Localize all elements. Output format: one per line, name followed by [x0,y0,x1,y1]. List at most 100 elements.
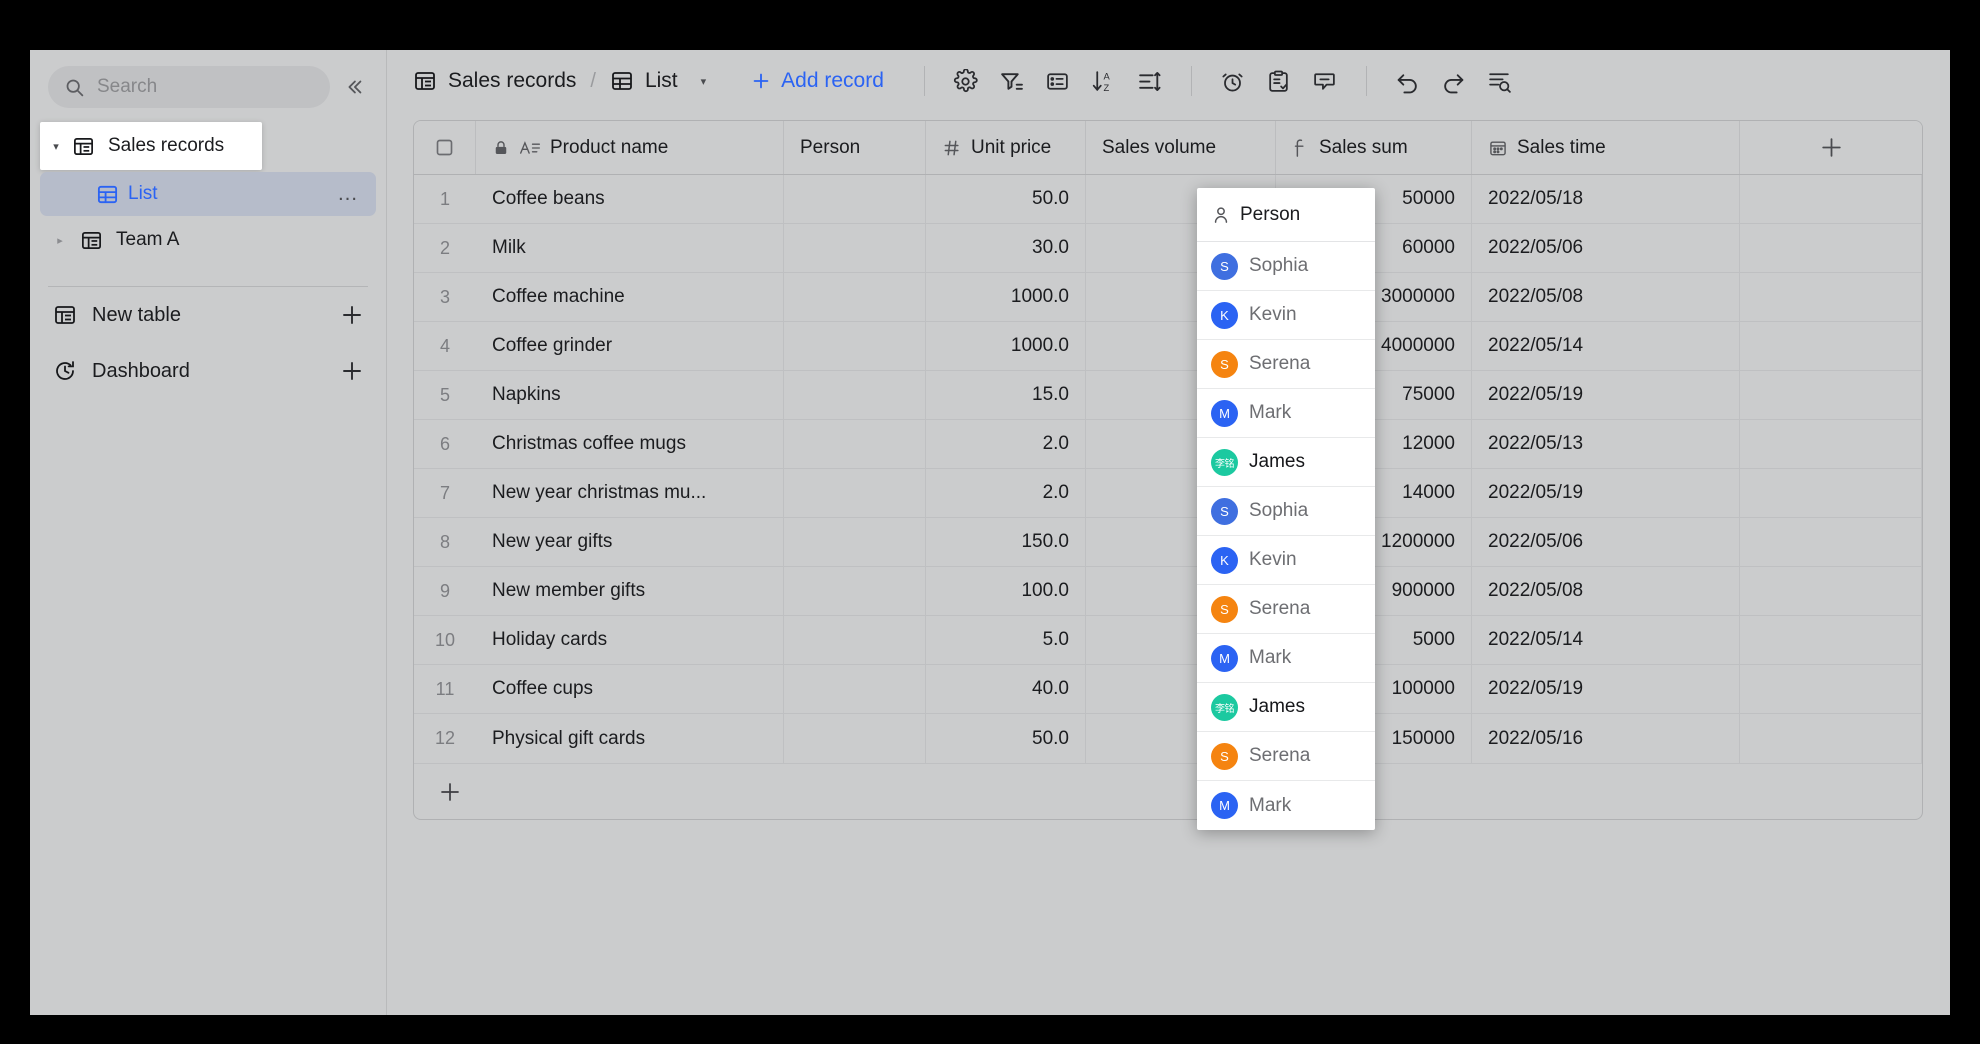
comment-icon[interactable] [1302,61,1348,101]
person-panel-row[interactable]: 李铭James [1197,438,1375,487]
sidebar-item-sales-records[interactable]: ▾ Sales records [40,122,262,170]
table-row[interactable]: 12Physical gift cards50.030001500002022/… [414,714,1922,763]
cell-person[interactable] [784,469,926,517]
table-row[interactable]: 8New year gifts150.0800012000002022/05/0… [414,518,1922,567]
cell-person[interactable] [784,420,926,468]
person-panel-row[interactable]: 李铭James [1197,683,1375,732]
row-index[interactable]: 3 [414,273,476,321]
cell-person[interactable] [784,714,926,763]
cell-product-name[interactable]: Physical gift cards [476,714,784,763]
cell-product-name[interactable]: New year christmas mu... [476,469,784,517]
person-panel-row[interactable]: SSerena [1197,340,1375,389]
row-index[interactable]: 5 [414,371,476,419]
redo-icon[interactable] [1431,61,1477,101]
cell-sales-time[interactable]: 2022/05/19 [1472,469,1740,517]
person-panel-row[interactable]: MMark [1197,389,1375,438]
row-index[interactable]: 10 [414,616,476,664]
cell-unit-price[interactable]: 1000.0 [926,273,1086,321]
sidebar-item-new-table[interactable]: New table [30,287,386,343]
cell-person[interactable] [784,175,926,223]
row-index[interactable]: 2 [414,224,476,272]
cell-unit-price[interactable]: 100.0 [926,567,1086,615]
cell-sales-time[interactable]: 2022/05/19 [1472,371,1740,419]
person-panel-row[interactable]: KKevin [1197,536,1375,585]
cell-unit-price[interactable]: 40.0 [926,665,1086,713]
cell-product-name[interactable]: Napkins [476,371,784,419]
person-panel-row[interactable]: SSerena [1197,585,1375,634]
sidebar-item-list-view[interactable]: List … [40,172,376,216]
search-rows-icon[interactable] [1477,61,1523,101]
sort-icon[interactable]: A Z [1081,61,1127,101]
person-panel-row[interactable]: SSophia [1197,487,1375,536]
cell-sales-time[interactable]: 2022/05/19 [1472,665,1740,713]
breadcrumb-view[interactable]: List ▾ [610,69,706,93]
cell-person[interactable] [784,518,926,566]
row-index[interactable]: 1 [414,175,476,223]
table-row[interactable]: 5Napkins15.05000750002022/05/19 [414,371,1922,420]
chevron-down-icon[interactable]: ▾ [701,75,707,88]
cell-product-name[interactable]: Coffee grinder [476,322,784,370]
table-row[interactable]: 6Christmas coffee mugs2.06000120002022/0… [414,420,1922,469]
cell-product-name[interactable]: Holiday cards [476,616,784,664]
cell-sales-time[interactable]: 2022/05/06 [1472,518,1740,566]
row-index[interactable]: 6 [414,420,476,468]
person-panel-row[interactable]: SSerena [1197,732,1375,781]
table-row[interactable]: 11Coffee cups40.025001000002022/05/19 [414,665,1922,714]
cell-product-name[interactable]: New member gifts [476,567,784,615]
form-icon[interactable] [1256,61,1302,101]
row-index[interactable]: 4 [414,322,476,370]
table-row[interactable]: 4Coffee grinder1000.0400040000002022/05/… [414,322,1922,371]
sidebar-item-dashboard[interactable]: Dashboard [30,343,386,399]
select-all-checkbox[interactable] [414,121,476,174]
row-index[interactable]: 9 [414,567,476,615]
person-panel-row[interactable]: KKevin [1197,291,1375,340]
chevron-down-icon[interactable]: ▾ [46,136,66,156]
cell-unit-price[interactable]: 2.0 [926,420,1086,468]
cell-unit-price[interactable]: 1000.0 [926,322,1086,370]
gear-icon[interactable] [943,61,989,101]
cell-product-name[interactable]: Coffee cups [476,665,784,713]
cell-product-name[interactable]: Coffee beans [476,175,784,223]
cell-unit-price[interactable]: 150.0 [926,518,1086,566]
cell-product-name[interactable]: Christmas coffee mugs [476,420,784,468]
row-index[interactable]: 7 [414,469,476,517]
cell-sales-time[interactable]: 2022/05/13 [1472,420,1740,468]
cell-person[interactable] [784,616,926,664]
add-column-button[interactable] [1740,121,1922,174]
chevron-right-icon[interactable]: ▸ [50,230,70,250]
table-row[interactable]: 7New year christmas mu...2.0700014000202… [414,469,1922,518]
cell-product-name[interactable]: Coffee machine [476,273,784,321]
cell-person[interactable] [784,371,926,419]
row-index[interactable]: 11 [414,665,476,713]
undo-icon[interactable] [1385,61,1431,101]
cell-unit-price[interactable]: 2.0 [926,469,1086,517]
cell-sales-time[interactable]: 2022/05/14 [1472,616,1740,664]
cell-sales-time[interactable]: 2022/05/14 [1472,322,1740,370]
row-index[interactable]: 12 [414,714,476,763]
cell-sales-time[interactable]: 2022/05/16 [1472,714,1740,763]
add-record-button[interactable]: Add record [750,69,884,93]
new-table-add-button[interactable] [340,303,364,327]
cell-sales-time[interactable]: 2022/05/08 [1472,567,1740,615]
group-icon[interactable] [1035,61,1081,101]
cell-person[interactable] [784,665,926,713]
alarm-icon[interactable] [1210,61,1256,101]
column-header-sales-sum[interactable]: Sales sum [1276,121,1472,174]
list-view-more-button[interactable]: … [334,180,362,208]
cell-person[interactable] [784,322,926,370]
cell-unit-price[interactable]: 50.0 [926,714,1086,763]
breadcrumb-table[interactable]: Sales records [413,69,576,93]
collapse-sidebar-button[interactable] [340,73,368,101]
cell-product-name[interactable]: New year gifts [476,518,784,566]
row-height-icon[interactable] [1127,61,1173,101]
cell-person[interactable] [784,273,926,321]
column-header-sales-volume[interactable]: Sales volume [1086,121,1276,174]
column-header-product-name[interactable]: Product name [476,121,784,174]
table-row[interactable]: 1Coffee beans50.01000500002022/05/18 [414,175,1922,224]
person-panel-row[interactable]: SSophia [1197,242,1375,291]
cell-sales-time[interactable]: 2022/05/08 [1472,273,1740,321]
cell-unit-price[interactable]: 5.0 [926,616,1086,664]
cell-sales-time[interactable]: 2022/05/18 [1472,175,1740,223]
cell-person[interactable] [784,224,926,272]
cell-product-name[interactable]: Milk [476,224,784,272]
